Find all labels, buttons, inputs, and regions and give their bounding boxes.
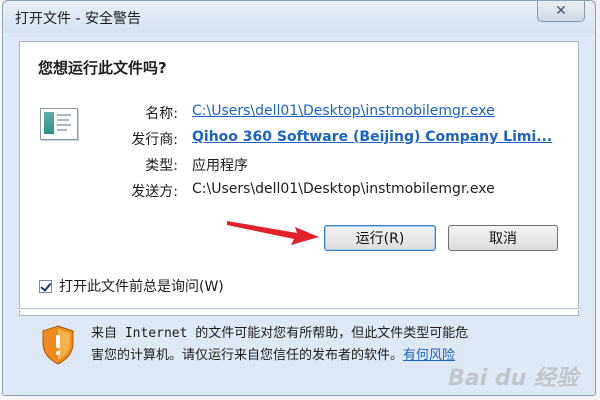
from-value: C:\Users\dell01\Desktop\instmobilemgr.ex… xyxy=(192,181,495,197)
warning-line-2-text: 害您的计算机。请仅运行来自您信任的发布者的软件。 xyxy=(91,348,404,363)
baidu-watermark: Bai du 经验 xyxy=(448,366,578,391)
run-button[interactable]: 运行(R) xyxy=(324,225,436,251)
divider xyxy=(17,308,581,310)
close-icon: ✕ xyxy=(555,3,567,19)
close-button[interactable]: ✕ xyxy=(537,1,585,22)
always-ask-checkbox-row[interactable]: 打开此文件前总是询问(W) xyxy=(39,276,224,296)
dialog-content: 您想运行此文件吗? 名称: C:\Users\dell01\Desktop\in… xyxy=(19,41,579,316)
always-ask-checkbox[interactable] xyxy=(39,279,52,293)
always-ask-label[interactable]: 打开此文件前总是询问(W) xyxy=(59,276,224,296)
type-label: 类型: xyxy=(145,158,178,174)
security-warning-dialog: 打开文件 - 安全警告 ✕ 您想运行此文件吗? 名称: C:\Users\del… xyxy=(2,0,596,396)
type-value: 应用程序 xyxy=(192,158,248,174)
name-link[interactable]: C:\Users\dell01\Desktop\instmobilemgr.ex… xyxy=(192,103,495,119)
window-title: 打开文件 - 安全警告 xyxy=(15,11,141,27)
red-arrow-annotation xyxy=(227,221,319,245)
publisher-link[interactable]: Qihoo 360 Software (Beijing) Company Lim… xyxy=(192,129,552,145)
name-label: 名称: xyxy=(145,106,178,122)
title-bar[interactable]: 打开文件 - 安全警告 ✕ xyxy=(3,1,595,33)
application-window-icon xyxy=(40,108,78,140)
dialog-question: 您想运行此文件吗? xyxy=(38,59,167,77)
cancel-button[interactable]: 取消 xyxy=(448,225,558,251)
screen: r k e 全 打开文件 - 安全警告 ✕ 您想运行此文件吗? 名称: C:\U… xyxy=(0,0,600,400)
security-shield-icon xyxy=(42,325,74,365)
warning-line-1: 来自 Internet 的文件可能对您有所帮助，但此文件类型可能危 xyxy=(91,326,469,341)
publisher-label: 发行商: xyxy=(131,132,178,148)
from-label: 发送方: xyxy=(131,184,178,200)
